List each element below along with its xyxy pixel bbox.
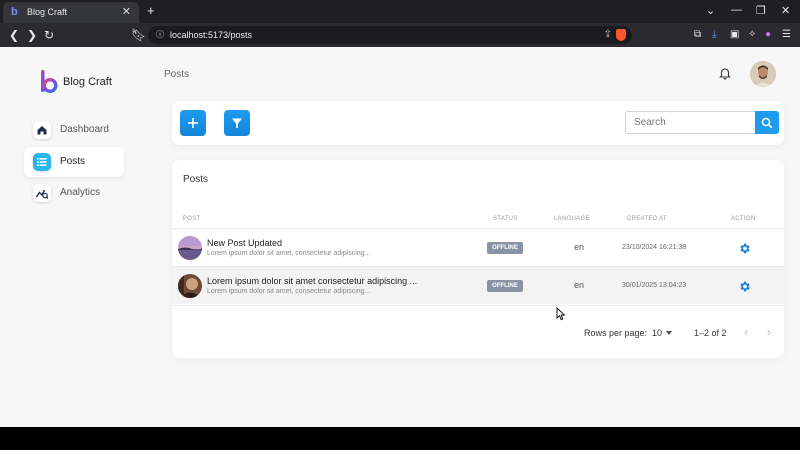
maximize-button[interactable]: ❐: [756, 4, 766, 17]
table-row[interactable]: New Post Updated Lorem ipsum dolor sit a…: [172, 228, 784, 266]
breadcrumb: Posts: [164, 69, 190, 80]
leo-ai-icon[interactable]: ✧: [748, 29, 756, 40]
notification-bell-icon[interactable]: [718, 66, 732, 80]
sidebar-item-dashboard[interactable]: Dashboard: [24, 115, 124, 145]
share-icon[interactable]: ⇪: [604, 29, 612, 40]
sidebar-item-posts[interactable]: Posts: [24, 147, 124, 177]
previous-page-button[interactable]: ‹: [744, 325, 748, 339]
next-page-button[interactable]: ›: [767, 325, 771, 339]
post-excerpt: Lorem ipsum dolor sit amet, consectetur …: [207, 288, 371, 295]
brave-shield-icon[interactable]: [616, 29, 626, 41]
blog-craft-favicon-icon: b: [11, 6, 18, 18]
created-at-value: 23/10/2024 16:21:38: [622, 244, 687, 251]
created-at-value: 30/01/2025 13:04:23: [622, 282, 687, 289]
chevron-down-icon[interactable]: [666, 331, 672, 335]
action-bar: [172, 101, 784, 145]
sidebar-item-label: Posts: [60, 156, 86, 167]
downloads-icon[interactable]: ⤓: [712, 29, 716, 40]
settings-gear-icon[interactable]: [738, 280, 751, 293]
close-window-button[interactable]: ✕: [781, 4, 790, 17]
tab-bar: b Blog Craft ✕ + ⌄ — ❐ ✕: [0, 0, 800, 23]
rows-per-page-label: Rows per page:: [584, 328, 648, 338]
bookmark-icon[interactable]: 🔖︎: [131, 28, 146, 42]
mouse-cursor-icon: [556, 307, 566, 321]
tab-blog-craft[interactable]: b Blog Craft ✕: [3, 2, 139, 23]
table-footer-divider: [172, 305, 784, 306]
settings-gear-icon[interactable]: [738, 242, 751, 255]
pagination-range: 1–2 of 2: [694, 328, 727, 338]
url-text: localhost:5173/posts: [170, 30, 253, 40]
posts-card: Posts Post Status Language Created At Ac…: [172, 160, 784, 358]
browser-toolbar: ❮ ❯ ↻ 🔖︎ ⓘ localhost:5173/posts ⇪ ⧉ ⤓ ▣ …: [0, 23, 800, 47]
filter-button[interactable]: [224, 110, 250, 136]
post-title[interactable]: Lorem ipsum dolor sit amet consectetur a…: [207, 276, 417, 286]
search-button[interactable]: [755, 111, 779, 134]
language-value: en: [574, 242, 585, 252]
column-header-created-at: Created At: [627, 216, 667, 222]
language-value: en: [574, 280, 585, 290]
search-input[interactable]: [625, 111, 756, 134]
menu-icon[interactable]: ☰: [782, 29, 791, 40]
chart-icon: [33, 184, 51, 202]
wallet-icon[interactable]: ●: [765, 29, 771, 40]
post-thumbnail: [178, 274, 202, 298]
column-header-post: Post: [183, 216, 201, 222]
extensions-icon[interactable]: ⧉: [694, 29, 701, 40]
address-bar[interactable]: ⓘ localhost:5173/posts ⇪: [148, 26, 632, 44]
sidebar-item-label: Analytics: [60, 187, 101, 198]
tab-search-icon[interactable]: ⌄: [706, 4, 715, 17]
column-header-status: Status: [493, 216, 518, 222]
tab-title: Blog Craft: [27, 7, 68, 17]
rows-per-page-select[interactable]: 10: [652, 328, 662, 338]
search-icon: [761, 117, 773, 128]
user-avatar[interactable]: [750, 61, 776, 87]
brand-name: Blog Craft: [63, 76, 112, 88]
sidebar-toggle-icon[interactable]: ▣: [730, 29, 739, 40]
status-badge: OFFLINE: [487, 242, 523, 254]
add-post-button[interactable]: [180, 110, 206, 136]
plus-icon: [188, 118, 198, 128]
filter-icon: [232, 118, 242, 128]
home-icon: [33, 121, 51, 139]
minimize-button[interactable]: —: [731, 4, 742, 16]
post-excerpt: Lorem ipsum dolor sit amet, consectetur …: [207, 250, 371, 257]
blog-craft-logo-icon: [41, 70, 58, 94]
card-title: Posts: [183, 174, 209, 185]
site-info-icon[interactable]: ⓘ: [156, 29, 164, 40]
browser-window: b Blog Craft ✕ + ⌄ — ❐ ✕ ❮ ❯ ↻ 🔖︎ ⓘ loca…: [0, 0, 800, 427]
reload-icon[interactable]: ↻: [44, 28, 54, 42]
table-row[interactable]: Lorem ipsum dolor sit amet consectetur a…: [172, 266, 784, 304]
sidebar-item-analytics[interactable]: Analytics: [24, 178, 124, 208]
back-icon[interactable]: ❮: [9, 28, 19, 42]
column-header-action: Action: [731, 216, 756, 222]
list-icon: [33, 153, 51, 171]
forward-icon[interactable]: ❯: [27, 28, 37, 42]
post-thumbnail: [178, 236, 202, 260]
tab-close-icon[interactable]: ✕: [122, 5, 131, 18]
sidebar-item-label: Dashboard: [60, 124, 109, 135]
post-title[interactable]: New Post Updated: [207, 238, 282, 248]
new-tab-button[interactable]: +: [147, 3, 155, 18]
column-header-language: Language: [554, 216, 590, 222]
status-badge: OFFLINE: [487, 280, 523, 292]
bottom-letterbox: [0, 427, 800, 450]
